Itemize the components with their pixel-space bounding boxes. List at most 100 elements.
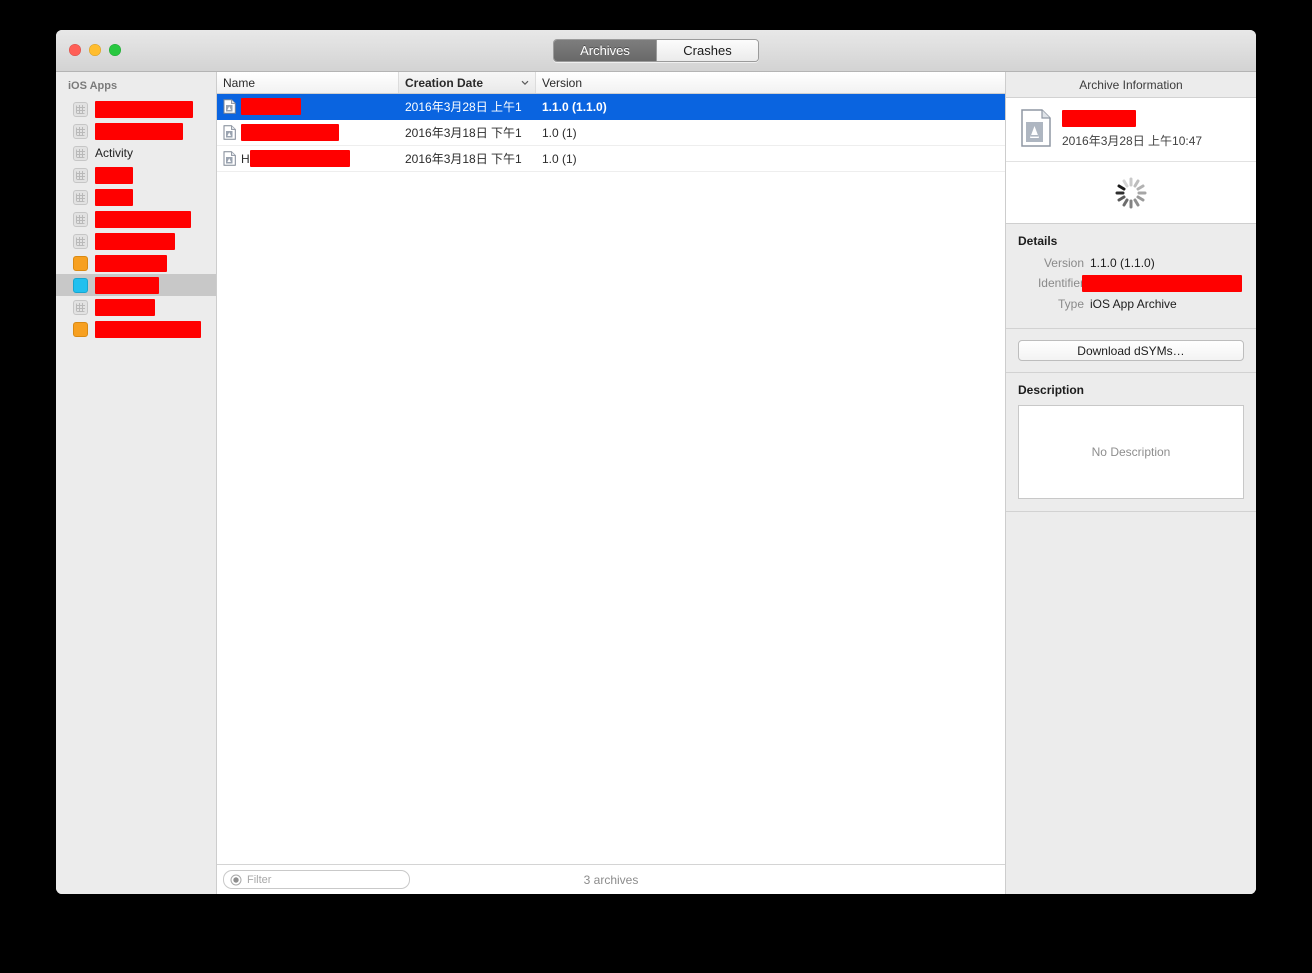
redaction-block bbox=[95, 122, 183, 140]
archive-created-date: 2016年3月28日 上午10:47 bbox=[1062, 134, 1203, 148]
column-header-creation-date[interactable]: Creation Date bbox=[399, 72, 536, 93]
download-dsyms-row: Download dSYMs… bbox=[1006, 329, 1256, 373]
window-titlebar: Archives Crashes bbox=[56, 30, 1256, 72]
table-row[interactable]: 2016年3月28日 上午1 1.1.0 (1.1.0) bbox=[217, 94, 1005, 120]
redaction-block bbox=[95, 166, 133, 184]
archive-inspector: Archive Information 2016年3月28日 上午10:47 D… bbox=[1006, 72, 1256, 894]
redaction-block bbox=[95, 210, 191, 228]
table-row[interactable]: 2016年3月18日 下午1 1.0 (1) bbox=[217, 120, 1005, 146]
details-field-list: Version 1.1.0 (1.1.0) Identifier Type iOS Ap… bbox=[1018, 256, 1244, 311]
sidebar-item-label bbox=[95, 298, 155, 316]
minimize-button[interactable] bbox=[89, 44, 101, 56]
archives-count-status: 3 archives bbox=[583, 872, 639, 887]
redaction-block bbox=[95, 232, 175, 250]
app-grid-icon bbox=[73, 123, 88, 139]
cell-creation-date: 2016年3月18日 下午1 bbox=[405, 152, 522, 166]
app-grid-icon bbox=[73, 233, 88, 249]
window-body: iOS Apps Activity Name Creation Date Ver… bbox=[56, 72, 1256, 894]
detail-label: Identifier bbox=[1037, 275, 1084, 290]
filter-circle-icon bbox=[230, 874, 242, 886]
description-placeholder: No Description bbox=[1091, 445, 1171, 459]
sidebar-item[interactable] bbox=[56, 186, 216, 208]
app-grid-icon bbox=[73, 211, 88, 227]
cell-name bbox=[217, 124, 399, 141]
tab-crashes[interactable]: Crashes bbox=[656, 40, 758, 61]
column-header-creation-date-label: Creation Date bbox=[405, 75, 484, 90]
close-button[interactable] bbox=[69, 44, 81, 56]
cell-creation-date: 2016年3月18日 下午1 bbox=[405, 126, 522, 140]
archive-document-icon bbox=[223, 125, 236, 140]
app-orange-icon bbox=[73, 255, 88, 271]
app-grid-icon bbox=[73, 167, 88, 183]
bottom-bar: Filter 3 archives bbox=[217, 864, 1005, 894]
cell-version: 1.0 (1) bbox=[542, 151, 577, 166]
sidebar-item[interactable] bbox=[56, 208, 216, 230]
sidebar-item[interactable] bbox=[56, 296, 216, 318]
sidebar-item[interactable] bbox=[56, 164, 216, 186]
sidebar-item[interactable]: Activity bbox=[56, 142, 216, 164]
redaction-block bbox=[241, 124, 339, 141]
cell-creation-date: 2016年3月28日 上午1 bbox=[405, 100, 522, 114]
archives-pane: Name Creation Date Version 2016年3月28日 上午… bbox=[217, 72, 1006, 894]
detail-value bbox=[1082, 275, 1242, 292]
details-section: Details Version 1.1.0 (1.1.0) Identifier Ty… bbox=[1006, 224, 1256, 329]
redaction-block bbox=[95, 298, 155, 316]
sidebar-item[interactable] bbox=[56, 98, 216, 120]
sidebar-item[interactable] bbox=[56, 252, 216, 274]
description-title: Description bbox=[1018, 383, 1085, 397]
sidebar-item[interactable] bbox=[56, 318, 216, 340]
sidebar-item-list: Activity bbox=[56, 98, 216, 340]
detail-row: Identifier bbox=[1018, 275, 1244, 292]
redaction-block bbox=[95, 188, 133, 206]
sidebar-item[interactable] bbox=[56, 274, 216, 296]
description-section: Description No Description bbox=[1006, 373, 1256, 512]
app-orange-icon bbox=[73, 321, 88, 337]
sidebar-item-label bbox=[95, 320, 201, 338]
download-dsyms-button[interactable]: Download dSYMs… bbox=[1018, 340, 1244, 361]
sidebar-item-label: Activity bbox=[95, 146, 134, 160]
inspector-filler bbox=[1006, 512, 1256, 894]
sidebar: iOS Apps Activity bbox=[56, 72, 217, 894]
archive-document-icon bbox=[223, 151, 236, 166]
sidebar-item[interactable] bbox=[56, 120, 216, 142]
inspector-loading-area bbox=[1006, 162, 1256, 224]
detail-value: 1.1.0 (1.1.0) bbox=[1090, 256, 1155, 270]
redaction-block bbox=[249, 150, 350, 167]
cell-version: 1.1.0 (1.1.0) bbox=[542, 99, 607, 114]
tab-archives[interactable]: Archives bbox=[554, 40, 656, 61]
app-cyan-icon bbox=[73, 277, 88, 293]
redaction-block bbox=[241, 98, 301, 115]
spinner-icon bbox=[1114, 176, 1148, 210]
sidebar-title: iOS Apps bbox=[68, 80, 118, 92]
cell-name: H bbox=[217, 150, 399, 167]
cell-name-text: H bbox=[241, 151, 250, 166]
sidebar-item-label bbox=[95, 166, 133, 184]
table-row[interactable]: H 2016年3月18日 下午1 1.0 (1) bbox=[217, 146, 1005, 172]
redaction-block bbox=[95, 276, 159, 294]
archive-name-redaction bbox=[1062, 110, 1136, 128]
organizer-window: Archives Crashes iOS Apps Activity Name … bbox=[56, 30, 1256, 894]
app-grid-icon bbox=[73, 189, 88, 205]
column-header-version[interactable]: Version bbox=[536, 72, 1005, 93]
zoom-button[interactable] bbox=[109, 44, 121, 56]
cell-name bbox=[217, 98, 399, 115]
inspector-header: 2016年3月28日 上午10:47 bbox=[1006, 98, 1256, 162]
filter-placeholder: Filter bbox=[247, 873, 272, 886]
sidebar-item-label bbox=[95, 254, 167, 272]
view-tabs: Archives Crashes bbox=[553, 39, 759, 62]
sidebar-item-label bbox=[95, 276, 159, 294]
app-grid-icon bbox=[73, 101, 88, 117]
sidebar-item-label bbox=[95, 100, 193, 118]
cell-version: 1.0 (1) bbox=[542, 125, 577, 140]
sidebar-item-label bbox=[95, 188, 133, 206]
sidebar-item-label bbox=[95, 210, 191, 228]
description-textarea[interactable]: No Description bbox=[1018, 405, 1244, 499]
detail-label: Version bbox=[1043, 256, 1084, 270]
redaction-block bbox=[95, 320, 201, 338]
sidebar-item-label bbox=[95, 232, 175, 250]
sidebar-item[interactable] bbox=[56, 230, 216, 252]
redaction-block bbox=[95, 100, 193, 118]
details-title: Details bbox=[1018, 234, 1058, 248]
column-header-name[interactable]: Name bbox=[217, 72, 399, 93]
filter-input[interactable]: Filter bbox=[223, 870, 410, 889]
